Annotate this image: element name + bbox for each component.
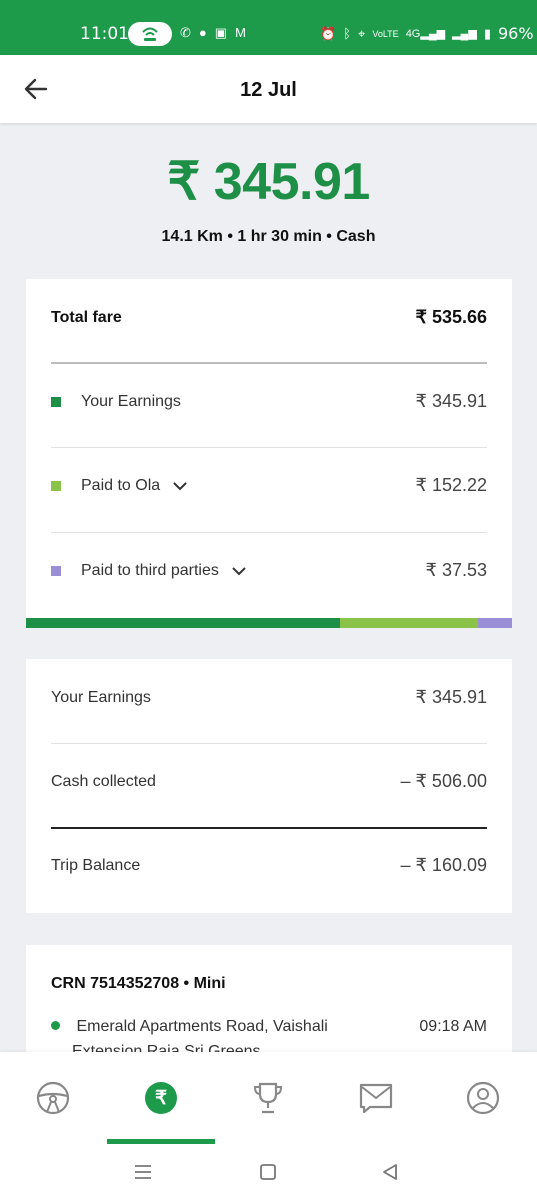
- bottom-nav: ₹: [0, 1052, 537, 1146]
- pickup-dot-icon: [51, 1021, 60, 1030]
- home-icon[interactable]: [256, 1160, 280, 1184]
- divider: [51, 743, 487, 744]
- third-parties-row[interactable]: Paid to third parties ₹ 37.53: [51, 560, 487, 581]
- volte-icon: VoLTE: [372, 28, 399, 39]
- balance-earnings-label: Your Earnings: [51, 688, 151, 706]
- trip-balance-label: Trip Balance: [51, 856, 141, 874]
- cash-collected-value: – ₹ 506.00: [400, 771, 487, 791]
- page-title: 12 Jul: [240, 79, 297, 101]
- divider: [51, 362, 487, 364]
- fare-split-bar: [26, 618, 512, 628]
- pickup-time: 09:18 AM: [419, 1018, 487, 1035]
- third-party-legend-square: [51, 565, 61, 576]
- third-parties-label: Paid to third parties: [81, 561, 219, 579]
- cash-collected-label: Cash collected: [51, 772, 156, 790]
- chat-icon: ●: [198, 25, 207, 40]
- pickup-address: Emerald Apartments Road, Vaishali: [76, 1018, 328, 1035]
- ola-segment: [339, 618, 478, 628]
- signal2-icon: ▂▄▆: [452, 28, 477, 40]
- paid-to-ola-label: Paid to Ola: [81, 476, 161, 494]
- earnings-label-wrap: Your Earnings: [51, 393, 181, 411]
- signal-icon: 4G▂▄▆: [405, 28, 446, 40]
- nav-rewards[interactable]: [248, 1078, 288, 1118]
- earnings-segment: [26, 618, 340, 628]
- ride-details-card: CRN 7514352708 • Mini Emerald Apartments…: [26, 945, 512, 1065]
- crn-label: CRN 7514352708 • Mini: [51, 975, 226, 992]
- menu-icon[interactable]: [131, 1160, 155, 1184]
- paid-to-ola-row[interactable]: Paid to Ola ₹ 152.22: [51, 475, 487, 496]
- steering-wheel-icon: [36, 1081, 70, 1115]
- paid-to-ola-label-wrap: Paid to Ola: [51, 477, 188, 495]
- network-type: 4G: [405, 28, 421, 40]
- hotspot-icon: [142, 27, 158, 41]
- alarm-icon: ⏰: [320, 25, 337, 41]
- bluetooth-icon: ᛒ: [343, 26, 351, 41]
- location-icon: ⌖: [358, 25, 366, 41]
- total-fare-label: Total fare: [51, 308, 122, 326]
- rupee-icon: ₹: [145, 1082, 177, 1114]
- third-parties-value: ₹ 37.53: [425, 560, 488, 580]
- app-icon: ▣: [214, 25, 228, 40]
- status-bar: 11:01 ✆ ● ▣ M ⏰ ᛒ ⌖ VoLTE 4G▂▄▆ ▂▄▆ ▮ 96…: [0, 0, 537, 55]
- nav-profile[interactable]: [463, 1078, 503, 1118]
- earnings-legend-square: [51, 396, 61, 407]
- third-parties-label-wrap: Paid to third parties: [51, 562, 247, 580]
- chevron-down-icon[interactable]: [231, 566, 247, 576]
- system-nav-bar: [0, 1146, 537, 1200]
- pickup-stop: Emerald Apartments Road, Vaishali 09:18 …: [51, 1018, 487, 1036]
- hotspot-pill: [128, 22, 172, 46]
- ola-legend-square: [51, 480, 61, 491]
- nav-trips[interactable]: [33, 1078, 73, 1118]
- divider: [51, 447, 487, 448]
- trophy-icon: [253, 1082, 283, 1114]
- divider: [51, 532, 487, 533]
- paid-to-ola-value: ₹ 152.22: [415, 475, 487, 495]
- earnings-amount: ₹ 345.91: [167, 153, 370, 211]
- cash-collected-row: Cash collected – ₹ 506.00: [51, 771, 487, 792]
- balance-earnings-value: ₹ 345.91: [415, 687, 487, 707]
- battery-icon: ▮: [483, 25, 491, 41]
- profile-icon: [466, 1081, 500, 1115]
- app-header: 12 Jul: [0, 55, 537, 123]
- earnings-row: Your Earnings ₹ 345.91: [51, 391, 487, 412]
- total-fare-row: Total fare ₹ 535.66: [51, 307, 487, 328]
- phone-icon: ✆: [180, 25, 191, 40]
- trip-summary: 14.1 Km • 1 hr 30 min • Cash: [161, 228, 376, 245]
- battery-level: 96%: [497, 24, 534, 43]
- total-fare-value: ₹ 535.66: [415, 307, 487, 327]
- fare-breakdown-card: Total fare ₹ 535.66 Your Earnings ₹ 345.…: [26, 279, 512, 628]
- mail-icon: [359, 1083, 393, 1114]
- system-icons: ⏰ ᛒ ⌖ VoLTE 4G▂▄▆ ▂▄▆ ▮ 96%: [320, 24, 537, 43]
- gmail-icon: M: [235, 25, 246, 40]
- pickup-address-wrap: Emerald Apartments Road, Vaishali: [51, 1018, 328, 1036]
- notification-icons: ✆ ● ▣ M: [180, 25, 246, 41]
- third-party-segment: [477, 618, 512, 628]
- chevron-down-icon[interactable]: [172, 481, 188, 491]
- nav-earnings[interactable]: ₹: [141, 1078, 181, 1118]
- trip-balance-card: Your Earnings ₹ 345.91 Cash collected – …: [26, 659, 512, 913]
- status-time: 11:01: [80, 24, 129, 44]
- earnings-value: ₹ 345.91: [415, 391, 487, 411]
- divider: [51, 827, 487, 829]
- nav-inbox[interactable]: [356, 1078, 396, 1118]
- trip-balance-value: – ₹ 160.09: [400, 855, 487, 875]
- back-triangle-icon[interactable]: [378, 1160, 402, 1184]
- earnings-label: Your Earnings: [81, 392, 181, 410]
- trip-balance-row: Trip Balance – ₹ 160.09: [51, 855, 487, 876]
- balance-earnings-row: Your Earnings ₹ 345.91: [51, 687, 487, 708]
- active-tab-indicator: [107, 1139, 215, 1144]
